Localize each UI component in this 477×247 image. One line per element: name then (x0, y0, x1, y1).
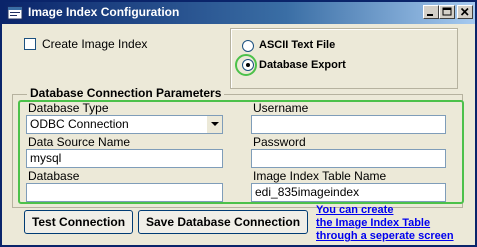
create-table-link-line-1[interactable]: You can create (316, 204, 393, 216)
highlight-circle-annotation (235, 54, 257, 76)
minimize-icon (427, 14, 433, 16)
data-source-name-label: Data Source Name (28, 135, 131, 149)
image-index-table-name-label: Image Index Table Name (253, 169, 387, 183)
create-image-index-label: Create Image Index (42, 37, 148, 51)
maximize-icon (442, 7, 452, 16)
password-label: Password (253, 135, 306, 149)
password-input[interactable] (251, 149, 446, 168)
maximize-button[interactable] (439, 5, 455, 19)
image-index-table-name-input[interactable]: edi_835imageindex (251, 183, 446, 202)
window-title: Image Index Configuration (28, 5, 180, 19)
title-bar[interactable]: Image Index Configuration (2, 2, 475, 24)
ascii-text-file-label: ASCII Text File (259, 39, 336, 51)
close-icon (460, 7, 469, 16)
database-connection-group-title: Database Connection Parameters (27, 86, 225, 100)
database-type-dropdown-button[interactable] (206, 116, 222, 133)
ascii-text-file-radio[interactable] (242, 40, 254, 52)
test-connection-button[interactable]: Test Connection (24, 210, 133, 234)
database-type-select[interactable]: ODBC Connection (26, 115, 223, 134)
dropdown-arrow-icon (211, 122, 219, 126)
close-button[interactable] (457, 5, 473, 19)
create-image-index-checkbox[interactable] (24, 38, 36, 50)
image-index-configuration-window: Image Index Configuration Create Image I… (0, 0, 477, 247)
database-type-label: Database Type (28, 101, 109, 115)
save-database-connection-button[interactable]: Save Database Connection (138, 210, 308, 234)
create-table-link-line-2[interactable]: the Image Index Table (316, 217, 430, 229)
database-export-label: Database Export (259, 59, 346, 71)
minimize-button[interactable] (423, 5, 439, 19)
username-input[interactable] (251, 115, 446, 134)
database-input[interactable] (26, 183, 223, 202)
username-label: Username (253, 101, 309, 115)
create-table-link-line-3[interactable]: through a seperate screen (316, 230, 454, 242)
database-type-value: ODBC Connection (30, 117, 129, 131)
app-window-icon (7, 6, 23, 20)
database-label: Database (28, 169, 80, 183)
data-source-name-input[interactable]: mysql (26, 149, 223, 168)
